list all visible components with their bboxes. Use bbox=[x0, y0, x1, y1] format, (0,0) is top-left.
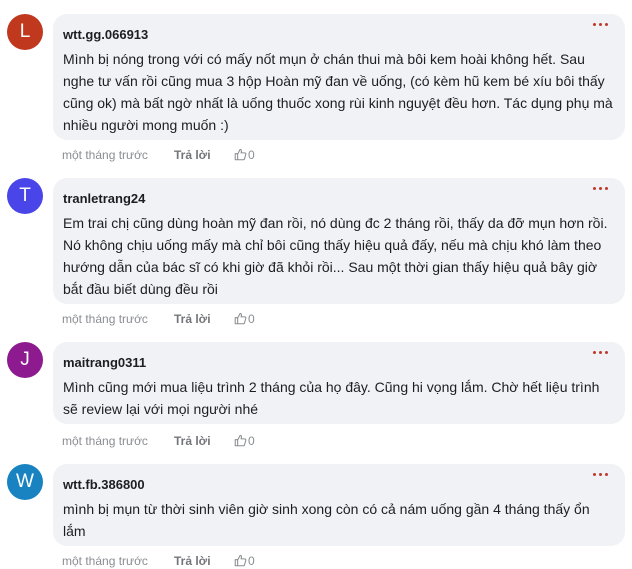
more-options-icon[interactable] bbox=[593, 348, 611, 358]
like-count: 0 bbox=[248, 148, 255, 162]
reply-button[interactable]: Trả lời bbox=[174, 553, 211, 569]
comment-time: một tháng trước bbox=[62, 434, 148, 448]
more-options-icon[interactable] bbox=[593, 470, 611, 480]
comment-author[interactable]: wtt.fb.386800 bbox=[63, 477, 613, 493]
reply-button[interactable]: Trả lời bbox=[174, 147, 211, 163]
like-button[interactable]: 0 bbox=[234, 433, 255, 449]
like-count: 0 bbox=[248, 434, 255, 448]
avatar[interactable]: L bbox=[7, 14, 43, 50]
thumbs-up-icon bbox=[234, 148, 247, 161]
comment-author[interactable]: tranletrang24 bbox=[63, 191, 613, 207]
reply-button[interactable]: Trả lời bbox=[174, 433, 211, 449]
like-count: 0 bbox=[248, 312, 255, 326]
thumbs-up-icon bbox=[234, 434, 247, 447]
comment-bubble: wtt.gg.066913 Mình bị nóng trong với có … bbox=[53, 14, 625, 140]
like-button[interactable]: 0 bbox=[234, 311, 255, 327]
thumbs-up-icon bbox=[234, 312, 247, 325]
comment-bubble: wtt.fb.386800 mình bị mụn từ thời sinh v… bbox=[53, 464, 625, 546]
comment-bubble: tranletrang24 Em trai chị cũng dùng hoàn… bbox=[53, 178, 625, 304]
more-options-icon[interactable] bbox=[593, 184, 611, 194]
avatar[interactable]: W bbox=[7, 464, 43, 500]
reply-button[interactable]: Trả lời bbox=[174, 311, 211, 327]
like-button[interactable]: 0 bbox=[234, 553, 255, 569]
avatar[interactable]: J bbox=[7, 342, 43, 378]
comment-text: Em trai chị cũng dùng hoàn mỹ đan rồi, n… bbox=[63, 215, 608, 297]
comment-author[interactable]: wtt.gg.066913 bbox=[63, 27, 613, 43]
comment-time: một tháng trước bbox=[62, 148, 148, 162]
comment-author[interactable]: maitrang0311 bbox=[63, 355, 613, 371]
avatar[interactable]: T bbox=[7, 178, 43, 214]
comment-bubble: maitrang0311 Mình cũng mới mua liệu trìn… bbox=[53, 342, 625, 424]
thumbs-up-icon bbox=[234, 554, 247, 567]
more-options-icon[interactable] bbox=[593, 20, 611, 30]
comment-time: một tháng trước bbox=[62, 312, 148, 326]
comment-text: Mình cũng mới mua liệu trình 2 tháng của… bbox=[63, 379, 600, 417]
comment-text: mình bị mụn từ thời sinh viên giờ sinh x… bbox=[63, 501, 590, 539]
like-button[interactable]: 0 bbox=[234, 147, 255, 163]
comment-time: một tháng trước bbox=[62, 554, 148, 568]
like-count: 0 bbox=[248, 554, 255, 568]
comment-text: Mình bị nóng trong với có mấy nốt mụn ở … bbox=[63, 51, 613, 133]
